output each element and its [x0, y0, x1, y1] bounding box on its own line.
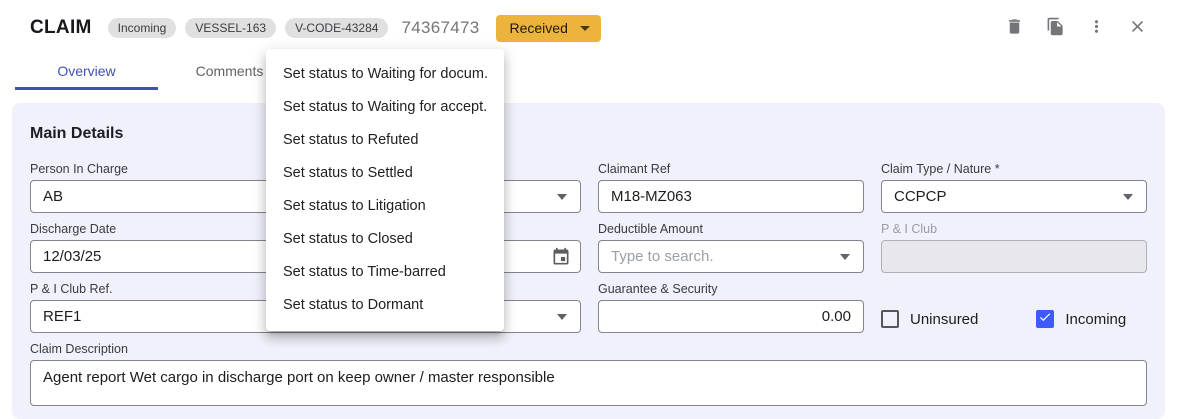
chevron-down-icon	[580, 26, 590, 31]
more-vert-icon	[1087, 17, 1106, 39]
more-options-button[interactable]	[1084, 16, 1108, 40]
incoming-checkbox[interactable]	[1036, 310, 1054, 328]
dropdown-arrow-icon	[557, 314, 567, 320]
close-button[interactable]	[1125, 16, 1149, 40]
header-actions	[1002, 16, 1149, 40]
checkbox-row: Uninsured Incoming	[881, 305, 1147, 333]
tab-bar: Overview Comments	[15, 56, 301, 90]
tab-overview[interactable]: Overview	[15, 56, 158, 90]
uninsured-checkbox-group[interactable]: Uninsured	[881, 310, 978, 328]
claimant-ref-input[interactable]: M18-MZ063	[598, 180, 864, 213]
claimant-ref-label: Claimant Ref	[598, 162, 864, 176]
deductible-amount-select[interactable]: Type to search.	[598, 240, 864, 273]
checkmark-icon	[1038, 310, 1052, 329]
dropdown-arrow-icon	[557, 194, 567, 200]
status-menu: Set status to Waiting for docum. Set sta…	[266, 49, 504, 331]
field-guarantee-security: Guarantee & Security 0.00	[598, 282, 864, 333]
close-icon	[1128, 17, 1147, 39]
menu-item-time-barred[interactable]: Set status to Time-barred	[266, 256, 504, 289]
incoming-checkbox-group[interactable]: Incoming	[1036, 310, 1126, 328]
dropdown-arrow-icon	[840, 254, 850, 260]
delete-button[interactable]	[1002, 16, 1026, 40]
dropdown-arrow-icon	[1123, 194, 1133, 200]
claim-type-select[interactable]: CCPCP	[881, 180, 1147, 213]
field-pi-club: P & I Club	[881, 222, 1147, 273]
guarantee-security-label: Guarantee & Security	[598, 282, 864, 296]
claim-description-label: Claim Description	[30, 342, 1147, 356]
status-label: Received	[510, 20, 568, 36]
claim-description-textarea[interactable]: Agent report Wet cargo in discharge port…	[30, 360, 1147, 406]
deductible-placeholder: Type to search.	[611, 248, 714, 265]
pi-club-label: P & I Club	[881, 222, 1147, 236]
field-claim-type: Claim Type / Nature * CCPCP	[881, 162, 1147, 213]
field-deductible-amount: Deductible Amount Type to search.	[598, 222, 864, 273]
menu-item-waiting-documents[interactable]: Set status to Waiting for docum.	[266, 58, 504, 91]
section-title: Main Details	[30, 125, 1147, 143]
menu-item-refuted[interactable]: Set status to Refuted	[266, 124, 504, 157]
uninsured-checkbox[interactable]	[881, 310, 899, 328]
delete-icon	[1005, 17, 1024, 39]
incoming-label: Incoming	[1065, 311, 1126, 328]
field-claimant-ref: Claimant Ref M18-MZ063	[598, 162, 864, 213]
menu-item-closed[interactable]: Set status to Closed	[266, 223, 504, 256]
main-details-card: Main Details Person In Charge AB Claiman…	[12, 103, 1165, 419]
badge-vcode: V-CODE-43284	[285, 18, 388, 38]
badge-direction: Incoming	[108, 18, 177, 38]
calendar-icon[interactable]	[551, 247, 571, 271]
badge-vessel: VESSEL-163	[185, 18, 276, 38]
field-claim-description: Claim Description Agent report Wet cargo…	[30, 342, 1147, 406]
claim-number: 74367473	[401, 18, 479, 38]
claim-header: CLAIM Incoming VESSEL-163 V-CODE-43284 7…	[0, 0, 1177, 56]
pi-club-input-disabled	[881, 240, 1147, 273]
menu-item-dormant[interactable]: Set status to Dormant	[266, 289, 504, 322]
page-title: CLAIM	[30, 17, 92, 39]
form-grid: Person In Charge AB Claimant Ref M18-MZ0…	[30, 162, 1147, 406]
copy-button[interactable]	[1043, 16, 1067, 40]
menu-item-waiting-acceptance[interactable]: Set status to Waiting for accept.	[266, 91, 504, 124]
deductible-amount-label: Deductible Amount	[598, 222, 864, 236]
status-dropdown-button[interactable]: Received	[496, 15, 601, 42]
claim-type-label: Claim Type / Nature *	[881, 162, 1147, 176]
uninsured-label: Uninsured	[910, 311, 978, 328]
menu-item-settled[interactable]: Set status to Settled	[266, 157, 504, 190]
menu-item-litigation[interactable]: Set status to Litigation	[266, 190, 504, 223]
copy-icon	[1046, 17, 1065, 39]
guarantee-security-input[interactable]: 0.00	[598, 300, 864, 333]
